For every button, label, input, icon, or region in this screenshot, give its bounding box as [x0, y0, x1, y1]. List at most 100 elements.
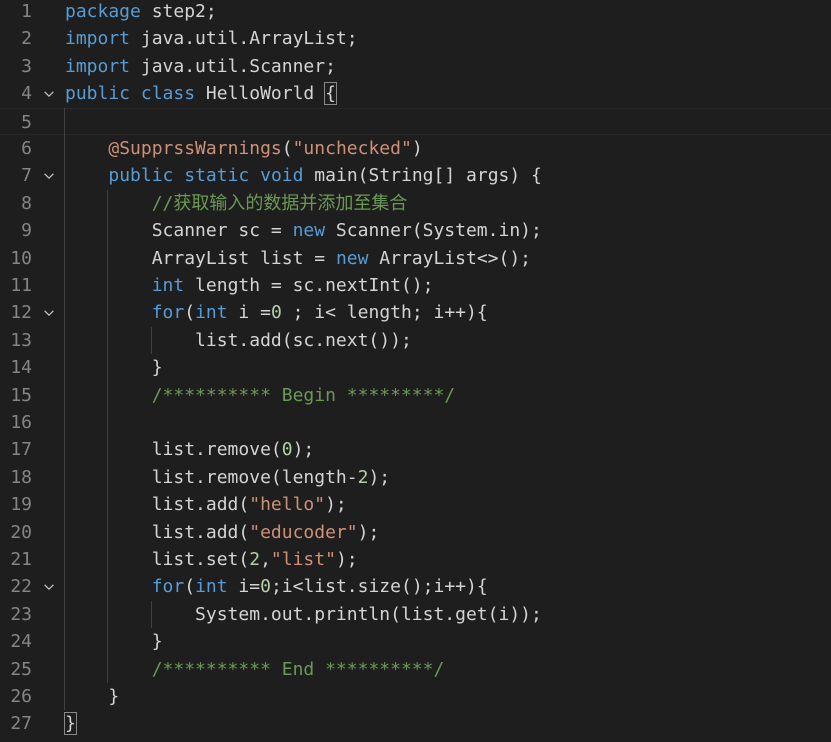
line-number: 3: [21, 55, 32, 77]
line-number: 9: [21, 220, 32, 242]
chevron-down-icon[interactable]: [40, 162, 58, 189]
line-number: 16: [10, 412, 32, 433]
code-line[interactable]: 17 list.remove(0);: [0, 436, 831, 463]
code-text: Scanner sc = new Scanner(System.in);: [65, 217, 542, 244]
code-text: //获取输入的数据并添加至集合: [65, 190, 408, 217]
code-token: ; i< length; i++){: [281, 302, 488, 324]
code-line[interactable]: 14 }: [0, 354, 831, 381]
code-line[interactable]: 25 /********** End **********/: [0, 656, 831, 683]
code-token: int: [151, 275, 185, 296]
code-line[interactable]: 26 }: [0, 683, 831, 710]
code-token: java.util.Scanner;: [130, 55, 336, 77]
code-token: );: [357, 521, 380, 543]
code-text: }: [65, 354, 163, 381]
code-token: import: [65, 28, 131, 50]
line-number: 13: [10, 329, 32, 351]
line-number: 25: [10, 658, 32, 680]
code-token: import: [65, 55, 131, 77]
code-token: {: [324, 82, 337, 106]
code-comment: //获取输入的数据并添加至集合: [151, 192, 408, 214]
code-line[interactable]: 19 list.add("hello");: [0, 491, 831, 518]
code-line[interactable]: 1 package step2;: [0, 0, 831, 25]
code-token: }: [64, 712, 77, 736]
code-token: Scanner sc =: [65, 220, 293, 242]
code-line[interactable]: 6 @SupprssWarnings("unchecked"): [0, 135, 831, 162]
code-text: /********** Begin *********/: [65, 382, 455, 409]
code-line[interactable]: 3 import java.util.Scanner;: [0, 53, 831, 80]
line-number: 11: [10, 275, 32, 296]
code-comment: /********** End **********/: [151, 658, 445, 680]
code-token: step2;: [140, 1, 217, 22]
chevron-down-icon[interactable]: [40, 299, 58, 326]
code-token: );: [292, 439, 315, 461]
code-token: package: [65, 1, 141, 22]
code-line[interactable]: 9 Scanner sc = new Scanner(System.in);: [0, 217, 831, 244]
code-token: 2: [249, 549, 261, 570]
code-line[interactable]: 27}: [0, 710, 831, 737]
code-token: }: [65, 686, 120, 707]
indent-guide: [107, 189, 109, 683]
code-comment: /********** Begin *********/: [151, 384, 456, 406]
code-text: import java.util.ArrayList;: [65, 25, 358, 52]
code-token: ): [411, 138, 423, 159]
code-line[interactable]: 22 for(int i=0;i<list.size();i++){: [0, 573, 831, 600]
code-token: static: [184, 165, 250, 187]
code-line[interactable]: 11 int length = sc.nextInt();: [0, 272, 831, 299]
code-line[interactable]: 15 /********** Begin *********/: [0, 382, 831, 409]
line-number: 12: [10, 302, 32, 324]
code-line[interactable]: 4 public class HelloWorld {: [0, 80, 831, 107]
code-text: list.remove(length-2);: [65, 464, 390, 491]
code-token: list.set(: [65, 549, 250, 570]
code-text: for(int i =0 ; i< length; i++){: [65, 299, 488, 326]
code-token: (: [281, 138, 293, 159]
line-number: 14: [10, 357, 32, 379]
code-token: int: [195, 576, 228, 598]
code-line[interactable]: 7 public static void main(String[] args)…: [0, 162, 831, 189]
code-text: list.remove(0);: [65, 436, 315, 463]
line-number: 23: [10, 603, 32, 625]
line-number: 7: [21, 165, 32, 187]
chevron-down-icon[interactable]: [40, 80, 58, 107]
code-token: for: [151, 576, 185, 598]
code-line[interactable]: 23 System.out.println(list.get(i));: [0, 601, 831, 628]
line-number: 21: [10, 549, 32, 570]
code-line[interactable]: 24 }: [0, 628, 831, 655]
code-token: 0: [270, 302, 282, 324]
line-number: 4: [21, 83, 32, 105]
code-text: list.set(2,"list");: [65, 546, 358, 573]
code-line[interactable]: 20 list.add("educoder");: [0, 519, 831, 546]
code-editor[interactable]: 1 package step2; 2 import java.util.ArrayLi…: [0, 0, 831, 742]
code-line[interactable]: 2 import java.util.ArrayList;: [0, 25, 831, 52]
code-text: list.add("educoder");: [65, 519, 380, 546]
code-line[interactable]: 12 for(int i =0 ; i< length; i++){: [0, 299, 831, 326]
code-token: );: [368, 466, 391, 488]
code-line[interactable]: 21 list.set(2,"list");: [0, 546, 831, 573]
code-token: ArrayList list =: [65, 247, 336, 269]
code-line[interactable]: 8 //获取输入的数据并添加至集合: [0, 190, 831, 217]
code-text: public class HelloWorld {: [65, 80, 337, 107]
code-token: i=: [227, 576, 261, 598]
code-token: "unchecked": [292, 138, 412, 159]
code-text: }: [65, 628, 163, 655]
code-token: list.add(: [65, 494, 250, 516]
code-token: public: [65, 83, 131, 105]
line-number: 2: [21, 28, 32, 50]
code-line[interactable]: 16: [0, 409, 831, 436]
code-line[interactable]: 5: [0, 107, 831, 135]
chevron-down-icon[interactable]: [40, 573, 58, 600]
code-line[interactable]: 13 list.add(sc.next());: [0, 327, 831, 354]
code-line[interactable]: 18 list.remove(length-2);: [0, 464, 831, 491]
code-text: list.add(sc.next());: [65, 327, 412, 354]
code-text: @SupprssWarnings("unchecked"): [65, 135, 423, 162]
line-number: 27: [10, 713, 32, 735]
code-line[interactable]: 10 ArrayList list = new ArrayList<>();: [0, 245, 831, 272]
code-token: class: [140, 83, 196, 105]
line-number: 20: [10, 521, 32, 543]
line-number: 10: [10, 247, 32, 269]
code-token: int: [195, 302, 228, 324]
code-token: public: [108, 165, 174, 187]
code-token: list.add(sc.next());: [65, 329, 412, 351]
